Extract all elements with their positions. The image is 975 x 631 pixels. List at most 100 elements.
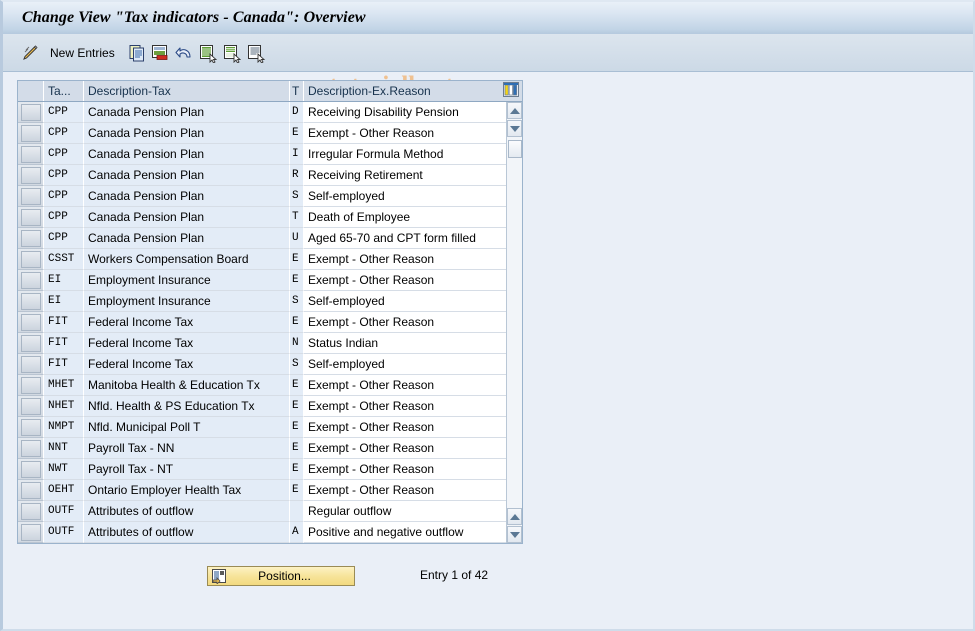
- cell-t[interactable]: E: [290, 417, 304, 438]
- row-select-button[interactable]: [18, 207, 44, 228]
- cell-t[interactable]: S: [290, 291, 304, 312]
- cell-tax[interactable]: FIT: [44, 333, 84, 354]
- cell-description-ex-reason[interactable]: Exempt - Other Reason: [304, 459, 508, 480]
- cell-description-tax[interactable]: Employment Insurance: [84, 291, 290, 312]
- scrollbar-thumb[interactable]: [508, 140, 522, 158]
- cell-description-ex-reason[interactable]: Exempt - Other Reason: [304, 312, 508, 333]
- cell-tax[interactable]: FIT: [44, 354, 84, 375]
- cell-tax[interactable]: MHET: [44, 375, 84, 396]
- cell-t[interactable]: E: [290, 459, 304, 480]
- cell-description-ex-reason[interactable]: Death of Employee: [304, 207, 508, 228]
- cell-tax[interactable]: NMPT: [44, 417, 84, 438]
- cell-tax[interactable]: CPP: [44, 144, 84, 165]
- cell-description-tax[interactable]: Federal Income Tax: [84, 312, 290, 333]
- cell-description-ex-reason[interactable]: Receiving Retirement: [304, 165, 508, 186]
- cell-tax[interactable]: CPP: [44, 228, 84, 249]
- cell-t[interactable]: U: [290, 228, 304, 249]
- row-select-button[interactable]: [18, 501, 44, 522]
- cell-t[interactable]: S: [290, 354, 304, 375]
- row-select-button[interactable]: [18, 333, 44, 354]
- row-select-button[interactable]: [18, 144, 44, 165]
- row-select-button[interactable]: [18, 396, 44, 417]
- table-row[interactable]: CSST Workers Compensation Board E Exempt - …: [18, 249, 508, 270]
- new-entries-button[interactable]: New Entries: [50, 41, 115, 64]
- column-header-description-tax[interactable]: Description-Tax: [84, 81, 290, 101]
- cell-description-ex-reason[interactable]: Regular outflow: [304, 501, 508, 522]
- cell-description-tax[interactable]: Federal Income Tax: [84, 333, 290, 354]
- cell-description-tax[interactable]: Payroll Tax - NT: [84, 459, 290, 480]
- table-row[interactable]: NNT Payroll Tax - NN E Exempt - Other Reaso…: [18, 438, 508, 459]
- cell-t[interactable]: E: [290, 312, 304, 333]
- select-all-button[interactable]: [198, 41, 218, 64]
- cell-description-tax[interactable]: Attributes of outflow: [84, 522, 290, 543]
- cell-description-ex-reason[interactable]: Irregular Formula Method: [304, 144, 508, 165]
- table-row[interactable]: CPP Canada Pension Plan I Irregular Formula…: [18, 144, 508, 165]
- cell-t[interactable]: E: [290, 375, 304, 396]
- cell-description-ex-reason[interactable]: Exempt - Other Reason: [304, 123, 508, 144]
- table-row[interactable]: FIT Federal Income Tax S Self-employed: [18, 354, 508, 375]
- cell-tax[interactable]: NNT: [44, 438, 84, 459]
- cell-t[interactable]: R: [290, 165, 304, 186]
- cell-description-ex-reason[interactable]: Exempt - Other Reason: [304, 396, 508, 417]
- row-select-button[interactable]: [18, 291, 44, 312]
- cell-description-tax[interactable]: Canada Pension Plan: [84, 186, 290, 207]
- column-header-select[interactable]: [18, 81, 44, 101]
- cell-t[interactable]: E: [290, 270, 304, 291]
- cell-description-ex-reason[interactable]: Self-employed: [304, 186, 508, 207]
- cell-t[interactable]: [290, 501, 304, 522]
- table-row[interactable]: NWT Payroll Tax - NT E Exempt - Other Reaso…: [18, 459, 508, 480]
- row-select-button[interactable]: [18, 438, 44, 459]
- cell-t[interactable]: I: [290, 144, 304, 165]
- cell-t[interactable]: E: [290, 123, 304, 144]
- cell-description-ex-reason[interactable]: Self-employed: [304, 291, 508, 312]
- table-row[interactable]: NMPT Nfld. Municipal Poll T E Exempt - Othe…: [18, 417, 508, 438]
- row-select-button[interactable]: [18, 228, 44, 249]
- row-select-button[interactable]: [18, 186, 44, 207]
- table-row[interactable]: OEHT Ontario Employer Health Tax E Exempt -…: [18, 480, 508, 501]
- cell-tax[interactable]: CPP: [44, 102, 84, 123]
- cell-tax[interactable]: OUTF: [44, 522, 84, 543]
- cell-description-ex-reason[interactable]: Exempt - Other Reason: [304, 270, 508, 291]
- column-header-description-ex-reason[interactable]: Description-Ex.Reason: [304, 81, 500, 101]
- cell-description-ex-reason[interactable]: Positive and negative outflow: [304, 522, 508, 543]
- cell-t[interactable]: E: [290, 480, 304, 501]
- cell-description-tax[interactable]: Canada Pension Plan: [84, 207, 290, 228]
- cell-description-ex-reason[interactable]: Exempt - Other Reason: [304, 480, 508, 501]
- cell-t[interactable]: N: [290, 333, 304, 354]
- cell-description-tax[interactable]: Canada Pension Plan: [84, 102, 290, 123]
- cell-t[interactable]: E: [290, 396, 304, 417]
- deselect-all-button[interactable]: [246, 41, 266, 64]
- row-select-button[interactable]: [18, 165, 44, 186]
- table-row[interactable]: CPP Canada Pension Plan D Receiving Disabil…: [18, 102, 508, 123]
- table-row[interactable]: FIT Federal Income Tax N Status Indian: [18, 333, 508, 354]
- cell-tax[interactable]: FIT: [44, 312, 84, 333]
- cell-t[interactable]: S: [290, 186, 304, 207]
- cell-tax[interactable]: CPP: [44, 186, 84, 207]
- table-row[interactable]: FIT Federal Income Tax E Exempt - Other Rea…: [18, 312, 508, 333]
- undo-button[interactable]: [174, 41, 194, 64]
- scroll-up-button[interactable]: [507, 102, 522, 119]
- table-row[interactable]: EI Employment Insurance E Exempt - Other Re…: [18, 270, 508, 291]
- cell-tax[interactable]: CPP: [44, 123, 84, 144]
- table-vertical-scrollbar[interactable]: [506, 102, 522, 543]
- cell-description-ex-reason[interactable]: Exempt - Other Reason: [304, 375, 508, 396]
- cell-description-tax[interactable]: Canada Pension Plan: [84, 144, 290, 165]
- cell-description-tax[interactable]: Nfld. Health & PS Education Tx: [84, 396, 290, 417]
- cell-description-ex-reason[interactable]: Exempt - Other Reason: [304, 249, 508, 270]
- scroll-page-up-button[interactable]: [507, 508, 522, 525]
- cell-description-ex-reason[interactable]: Receiving Disability Pension: [304, 102, 508, 123]
- cell-t[interactable]: D: [290, 102, 304, 123]
- cell-description-ex-reason[interactable]: Exempt - Other Reason: [304, 438, 508, 459]
- cell-description-tax[interactable]: Employment Insurance: [84, 270, 290, 291]
- cell-tax[interactable]: NHET: [44, 396, 84, 417]
- scroll-page-down-button[interactable]: [507, 526, 522, 543]
- table-row[interactable]: EI Employment Insurance S Self-employed: [18, 291, 508, 312]
- cell-tax[interactable]: EI: [44, 270, 84, 291]
- cell-description-ex-reason[interactable]: Aged 65-70 and CPT form filled: [304, 228, 508, 249]
- row-select-button[interactable]: [18, 249, 44, 270]
- cell-description-ex-reason[interactable]: Status Indian: [304, 333, 508, 354]
- cell-description-tax[interactable]: Federal Income Tax: [84, 354, 290, 375]
- select-block-button[interactable]: [222, 41, 242, 64]
- cell-tax[interactable]: NWT: [44, 459, 84, 480]
- row-select-button[interactable]: [18, 270, 44, 291]
